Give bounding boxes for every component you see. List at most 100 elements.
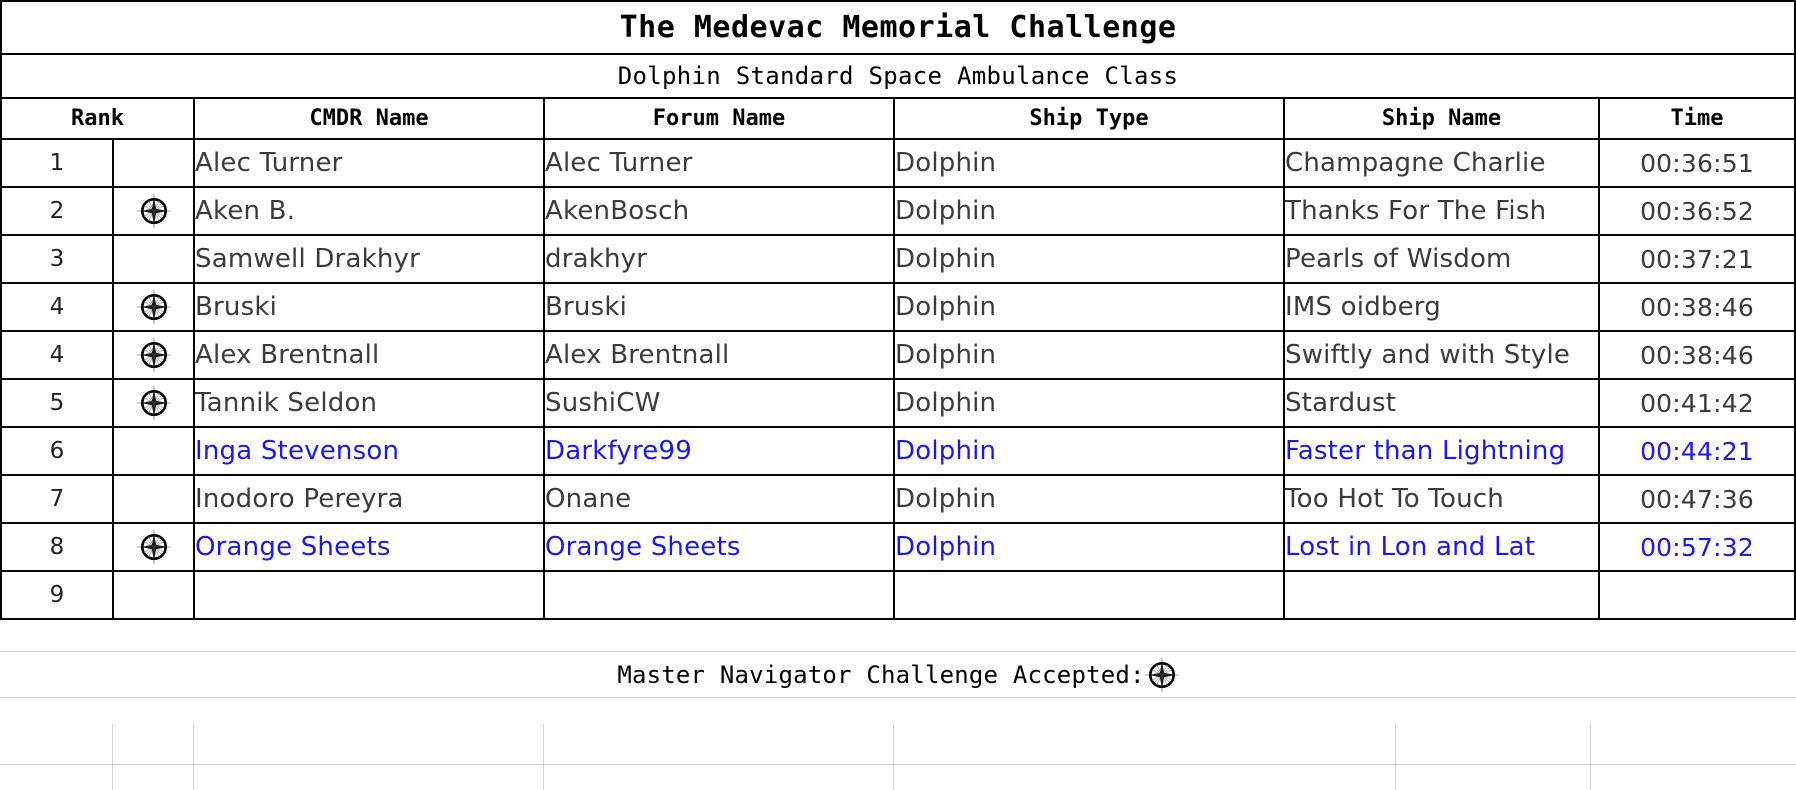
cell-forum-name: drakhyr bbox=[543, 234, 895, 284]
column-header-rank[interactable]: Rank bbox=[0, 97, 195, 140]
cell-rank: 8 bbox=[0, 522, 114, 572]
cell-time: 00:44:21 bbox=[1597, 426, 1796, 476]
compass-rose-icon bbox=[136, 194, 171, 232]
table-row: 2 Aken B. AkenBosch Dolphin Thanks For T… bbox=[0, 186, 1796, 236]
cell-cmdr-name: Alec Turner bbox=[193, 138, 545, 188]
footer-legend-label: Master Navigator Challenge Accepted: bbox=[617, 660, 1145, 689]
cell-ship-type: Dolphin bbox=[893, 234, 1285, 284]
cell-ship-type: Dolphin bbox=[893, 330, 1285, 380]
cell-ship-name: Lost in Lon and Lat bbox=[1283, 522, 1600, 572]
cell-forum-name: AkenBosch bbox=[543, 186, 895, 236]
table-row: 3 Samwell Drakhyr drakhyr Dolphin Pearls of … bbox=[0, 234, 1796, 284]
cell-time: 00:36:52 bbox=[1597, 186, 1796, 236]
column-header-ship-type[interactable]: Ship Type bbox=[893, 97, 1285, 140]
cell-rank: 2 bbox=[0, 186, 114, 236]
cell-time: 00:36:51 bbox=[1597, 138, 1796, 188]
cell-rank: 4 bbox=[0, 282, 114, 332]
cell-master-navigator-flag bbox=[112, 330, 195, 380]
cell-time: 00:57:32 bbox=[1597, 522, 1796, 572]
cell-master-navigator-flag bbox=[112, 522, 195, 572]
page-title: The Medevac Memorial Challenge bbox=[0, 0, 1796, 55]
cell-ship-type: Dolphin bbox=[893, 426, 1285, 476]
cell-time bbox=[1597, 570, 1796, 620]
cell-ship-type: Dolphin bbox=[893, 474, 1285, 524]
cell-ship-name: Stardust bbox=[1283, 378, 1600, 428]
compass-rose-icon bbox=[1144, 657, 1179, 692]
cell-rank: 3 bbox=[0, 234, 114, 284]
cell-ship-name: Pearls of Wisdom bbox=[1283, 234, 1600, 284]
compass-rose-icon bbox=[136, 338, 171, 376]
footer-legend: Master Navigator Challenge Accepted: bbox=[0, 651, 1796, 698]
cell-ship-name: Too Hot To Touch bbox=[1283, 474, 1600, 524]
compass-rose-icon bbox=[136, 386, 171, 424]
cell-ship-name: Faster than Lightning bbox=[1283, 426, 1600, 476]
cell-rank: 9 bbox=[0, 570, 114, 620]
cell-cmdr-name: Aken B. bbox=[193, 186, 545, 236]
cell-ship-type: Dolphin bbox=[893, 282, 1285, 332]
title-row: The Medevac Memorial Challenge bbox=[0, 0, 1796, 55]
cell-forum-name: Alex Brentnall bbox=[543, 330, 895, 380]
cell-forum-name bbox=[543, 570, 895, 620]
column-header-cmdr-name[interactable]: CMDR Name bbox=[193, 97, 545, 140]
table-row: 5 Tannik Seldon SushiCW Dolphin Stardust… bbox=[0, 378, 1796, 428]
cell-ship-type: Dolphin bbox=[893, 138, 1285, 188]
cell-time: 00:38:46 bbox=[1597, 282, 1796, 332]
cell-rank: 7 bbox=[0, 474, 114, 524]
cell-time: 00:37:21 bbox=[1597, 234, 1796, 284]
table-row: 4 Bruski Bruski Dolphin IMS oidberg 00:3… bbox=[0, 282, 1796, 332]
cell-master-navigator-flag bbox=[112, 234, 195, 284]
cell-ship-name: Swiftly and with Style bbox=[1283, 330, 1600, 380]
cell-time: 00:47:36 bbox=[1597, 474, 1796, 524]
tail-strip bbox=[0, 698, 1796, 724]
cell-ship-type: Dolphin bbox=[893, 522, 1285, 572]
cell-master-navigator-flag bbox=[112, 282, 195, 332]
cell-ship-name: IMS oidberg bbox=[1283, 282, 1600, 332]
cell-cmdr-name: Orange Sheets bbox=[193, 522, 545, 572]
cell-forum-name: SushiCW bbox=[543, 378, 895, 428]
cell-cmdr-name: Inodoro Pereyra bbox=[193, 474, 545, 524]
cell-rank: 4 bbox=[0, 330, 114, 380]
table-row: 1 Alec Turner Alec Turner Dolphin Champagne … bbox=[0, 138, 1796, 188]
cell-cmdr-name bbox=[193, 570, 545, 620]
cell-ship-type: Dolphin bbox=[893, 186, 1285, 236]
cell-cmdr-name: Samwell Drakhyr bbox=[193, 234, 545, 284]
table-row: 7 Inodoro Pereyra Onane Dolphin Too Hot To T… bbox=[0, 474, 1796, 524]
cell-master-navigator-flag bbox=[112, 426, 195, 476]
column-header-forum-name[interactable]: Forum Name bbox=[543, 97, 895, 140]
cell-forum-name: Orange Sheets bbox=[543, 522, 895, 572]
column-header-ship-name[interactable]: Ship Name bbox=[1283, 97, 1600, 140]
cell-time: 00:41:42 bbox=[1597, 378, 1796, 428]
cell-cmdr-name: Alex Brentnall bbox=[193, 330, 545, 380]
cell-ship-type: Dolphin bbox=[893, 378, 1285, 428]
cell-master-navigator-flag bbox=[112, 474, 195, 524]
table-row: 9 bbox=[0, 570, 1796, 620]
column-header-row: Rank CMDR Name Forum Name Ship Type Ship… bbox=[0, 97, 1796, 140]
cell-forum-name: Bruski bbox=[543, 282, 895, 332]
page-subtitle: Dolphin Standard Space Ambulance Class bbox=[0, 53, 1796, 99]
column-header-time[interactable]: Time bbox=[1597, 97, 1796, 140]
leaderboard-page: The Medevac Memorial Challenge Dolphin S… bbox=[0, 0, 1796, 790]
subtitle-row: Dolphin Standard Space Ambulance Class bbox=[0, 53, 1796, 99]
compass-rose-icon bbox=[136, 530, 171, 568]
cell-master-navigator-flag bbox=[112, 378, 195, 428]
table-row: 8 Orange Sheets Orange Sheets Dolphin Lo… bbox=[0, 522, 1796, 572]
cell-time: 00:38:46 bbox=[1597, 330, 1796, 380]
compass-rose-icon bbox=[136, 290, 171, 328]
table-row: 6 Inga Stevenson Darkfyre99 Dolphin Faster t… bbox=[0, 426, 1796, 476]
cell-rank: 1 bbox=[0, 138, 114, 188]
cell-ship-name bbox=[1283, 570, 1600, 620]
table-row: 4 Alex Brentnall Alex Brentnall Dolphin … bbox=[0, 330, 1796, 380]
spacer-strip bbox=[0, 620, 1796, 651]
leaderboard-table: The Medevac Memorial Challenge Dolphin S… bbox=[0, 0, 1796, 620]
cell-cmdr-name: Inga Stevenson bbox=[193, 426, 545, 476]
cell-forum-name: Onane bbox=[543, 474, 895, 524]
cell-cmdr-name: Bruski bbox=[193, 282, 545, 332]
cell-forum-name: Alec Turner bbox=[543, 138, 895, 188]
cell-forum-name: Darkfyre99 bbox=[543, 426, 895, 476]
cell-ship-name: Thanks For The Fish bbox=[1283, 186, 1600, 236]
cell-ship-type bbox=[893, 570, 1285, 620]
cell-master-navigator-flag bbox=[112, 570, 195, 620]
cell-master-navigator-flag bbox=[112, 138, 195, 188]
cell-master-navigator-flag bbox=[112, 186, 195, 236]
cell-rank: 6 bbox=[0, 426, 114, 476]
